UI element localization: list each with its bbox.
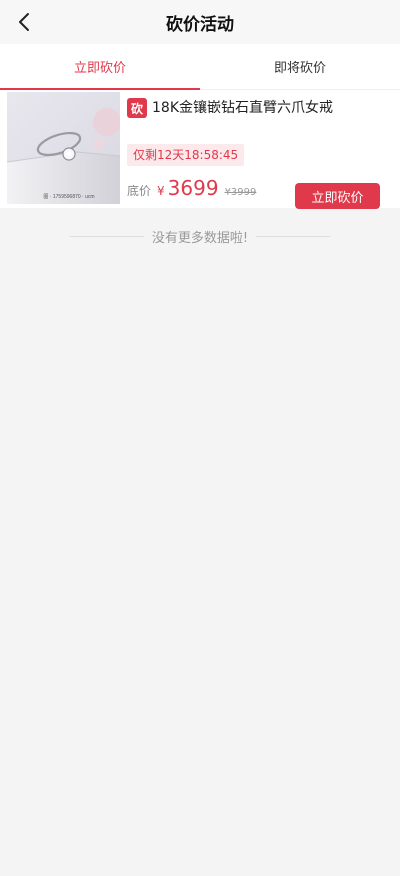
app-root: 砍价活动 立即砍价 即将砍价 图 · 1759596870 · ucm 砍 18… [0,0,400,876]
currency-symbol: ¥ [157,184,165,198]
diamond-ring-photo: 图 · 1759596870 · ucm [7,92,120,204]
tab-bargain-upcoming[interactable]: 即将砍价 [200,44,400,89]
floor-price: 3699 [167,176,219,200]
tab-bar: 立即砍价 即将砍价 [0,44,400,90]
no-more-data-text: 没有更多数据啦! [143,226,257,246]
product-image[interactable]: 图 · 1759596870 · ucm [7,92,120,204]
svg-text:图 · 1759596870 · ucm: 图 · 1759596870 · ucm [43,194,94,200]
bargain-now-button[interactable]: 立即砍价 [295,183,380,209]
price-row: 底价 ¥ 3699 ¥3999 [127,176,256,200]
page-title: 砍价活动 [166,14,234,35]
back-button[interactable] [8,6,40,38]
bargain-badge: 砍 [127,98,147,118]
product-card[interactable]: 图 · 1759596870 · ucm 砍 18K金镶嵌钻石直臂六爪女戒 仅剩… [0,90,400,209]
navigation-bar: 砍价活动 [0,0,400,44]
product-name[interactable]: 18K金镶嵌钻石直臂六爪女戒 [152,97,392,119]
floor-price-label: 底价 [127,184,152,198]
no-more-data: 没有更多数据啦! [70,226,330,246]
original-price: ¥3999 [224,187,257,198]
tab-bargain-now[interactable]: 立即砍价 [0,44,200,90]
chevron-left-icon [19,13,29,31]
countdown-timer: 仅剩12天18:58:45 [127,144,245,166]
